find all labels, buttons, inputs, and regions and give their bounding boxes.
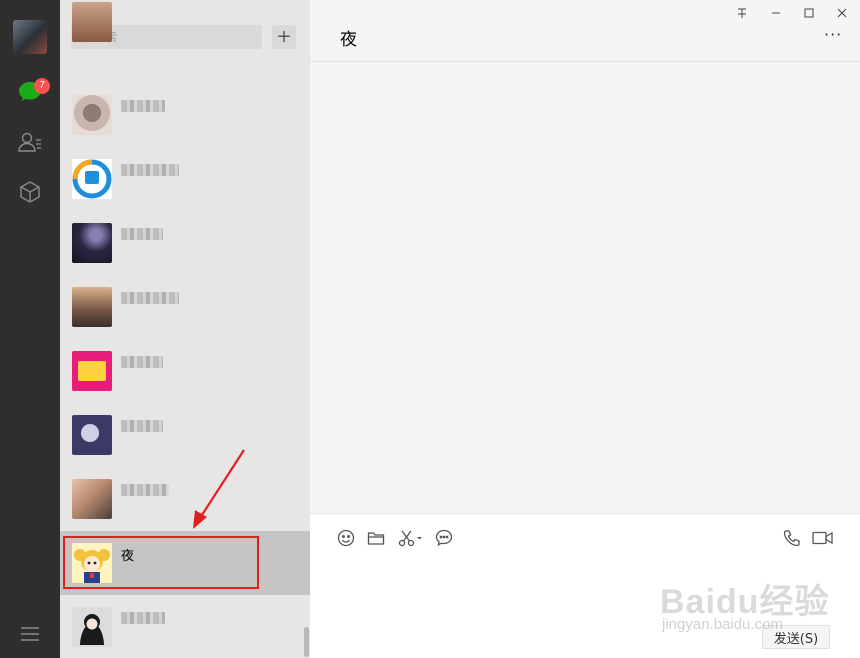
avatar: [72, 2, 112, 42]
voice-call-icon[interactable]: [782, 528, 802, 548]
chat-name-blurred: [121, 100, 165, 112]
list-item[interactable]: [60, 0, 310, 54]
chat-header: 夜 ···: [310, 0, 860, 62]
chat-name-blurred: [121, 420, 163, 432]
list-item[interactable]: [60, 339, 310, 403]
pin-icon[interactable]: [731, 3, 753, 23]
more-button[interactable]: ···: [824, 27, 842, 43]
unread-badge: 7: [34, 78, 50, 94]
avatar: [72, 287, 112, 327]
maximize-icon[interactable]: [798, 3, 820, 23]
close-icon[interactable]: [831, 3, 853, 23]
avatar: [72, 479, 112, 519]
chat-name-blurred: [121, 164, 179, 176]
menu-icon[interactable]: [20, 626, 40, 642]
chat-name-blurred: [121, 356, 163, 368]
list-item-active[interactable]: 夜: [60, 531, 310, 595]
list-item[interactable]: [60, 147, 310, 211]
contacts-icon[interactable]: [16, 128, 44, 156]
highlight-box: [63, 536, 259, 589]
chat-history-icon[interactable]: [434, 528, 454, 548]
video-call-icon[interactable]: [812, 528, 834, 548]
list-item[interactable]: [60, 403, 310, 467]
screenshot-icon[interactable]: [398, 528, 424, 548]
chat-list: +: [60, 0, 310, 658]
favorites-icon[interactable]: [16, 178, 44, 206]
send-button[interactable]: 发送(S): [762, 625, 830, 649]
chat-name-blurred: [121, 612, 165, 624]
emoji-icon[interactable]: [336, 528, 356, 548]
scrollbar[interactable]: [304, 627, 309, 657]
minimize-icon[interactable]: [765, 3, 787, 23]
chat-title: 夜: [340, 30, 357, 50]
list-item[interactable]: [60, 211, 310, 275]
avatar: [72, 223, 112, 263]
list-item[interactable]: [60, 83, 310, 147]
avatar: [72, 415, 112, 455]
avatar: [72, 95, 112, 135]
chat-name-blurred: [121, 292, 179, 304]
chat-name-blurred: [121, 228, 163, 240]
message-area: [310, 62, 860, 513]
avatar: [72, 607, 112, 647]
list-item[interactable]: [60, 275, 310, 339]
avatar: [72, 159, 112, 199]
list-item[interactable]: [60, 467, 310, 531]
chat-window: 夜 ··· 发送(S): [310, 0, 860, 658]
input-area[interactable]: 发送(S): [310, 513, 860, 658]
avatar: [72, 351, 112, 391]
nav-bar: 7: [0, 0, 60, 658]
list-item[interactable]: [60, 595, 310, 658]
chat-name-blurred: [121, 484, 169, 496]
folder-icon[interactable]: [366, 528, 386, 548]
user-avatar[interactable]: [13, 20, 47, 54]
